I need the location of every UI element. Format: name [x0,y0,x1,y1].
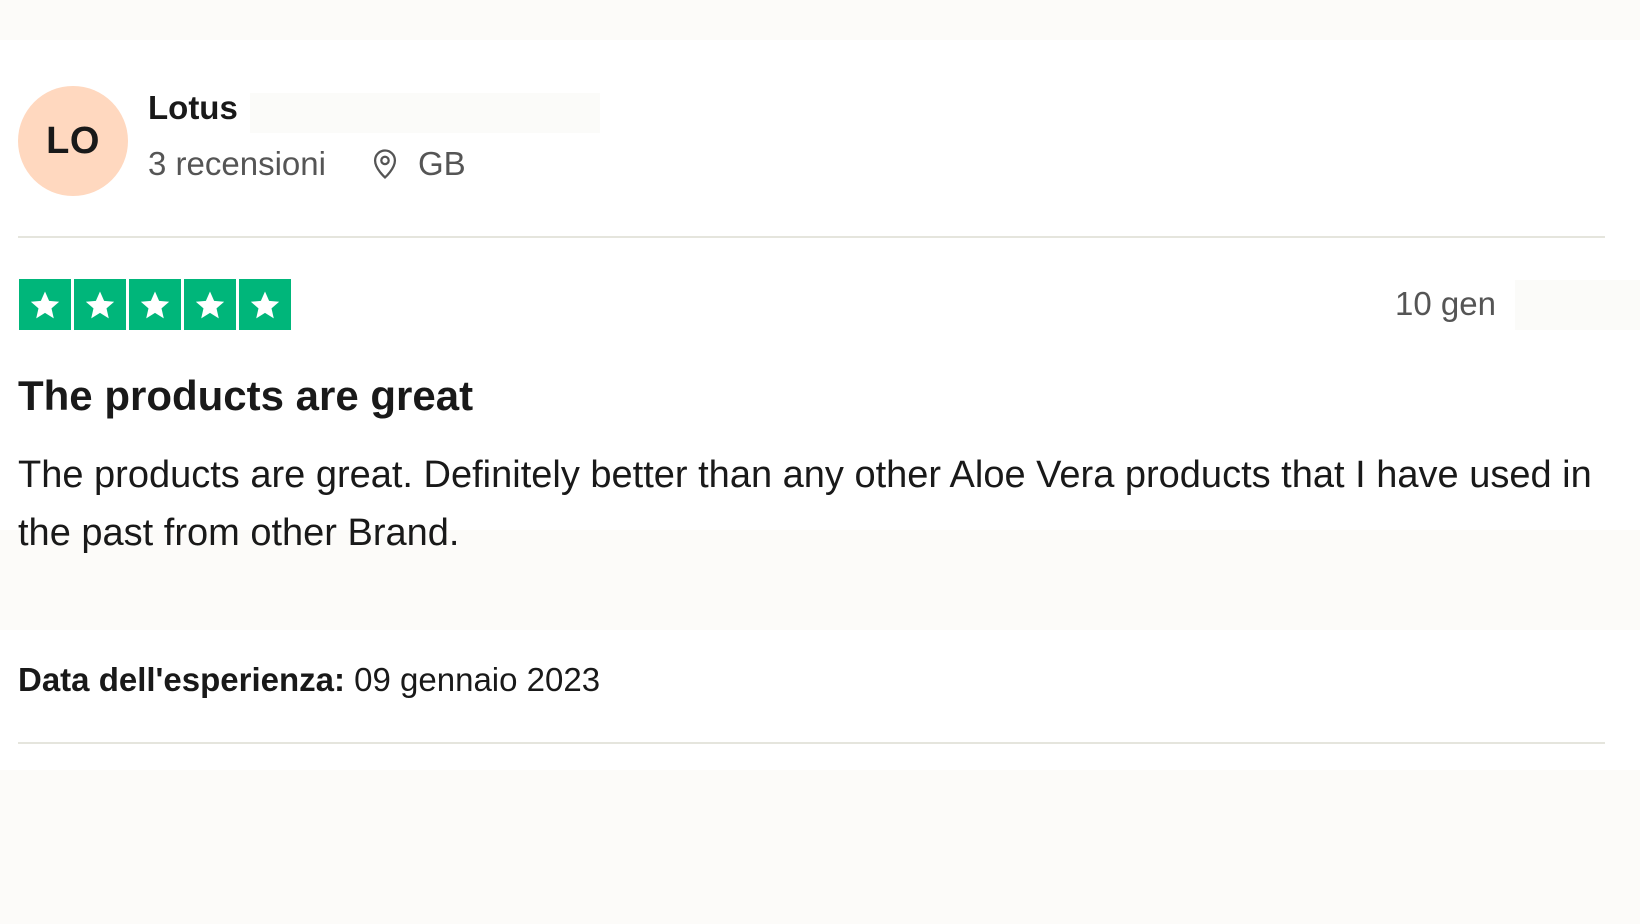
review-date: 10 gen [1395,285,1496,322]
star-icon [239,279,291,330]
star-icon [74,279,126,330]
background-band [250,93,600,133]
star-icon [19,279,71,330]
reviewer-meta: 3 recensioni GB [148,145,466,183]
review-body: The products are great. Definitely bette… [18,454,1592,554]
location-pin-icon [368,147,402,181]
divider [18,236,1605,238]
experience-value: 09 gennaio 2023 [354,661,601,698]
review-title[interactable]: The products are great [18,372,473,420]
star-icon [184,279,236,330]
avatar[interactable]: LO [18,86,128,196]
star-icon [129,279,181,330]
reviewer-country: GB [417,145,466,182]
background-band [1515,280,1640,330]
reviewer-name[interactable]: Lotus [148,89,238,127]
divider [18,742,1605,744]
star-rating [19,279,291,330]
experience-date: Data dell'esperienza: 09 gennaio 2023 [18,661,600,699]
experience-label: Data dell'esperienza: [18,661,345,698]
avatar-initials: LO [46,119,100,162]
review-count: 3 recensioni [148,145,326,182]
